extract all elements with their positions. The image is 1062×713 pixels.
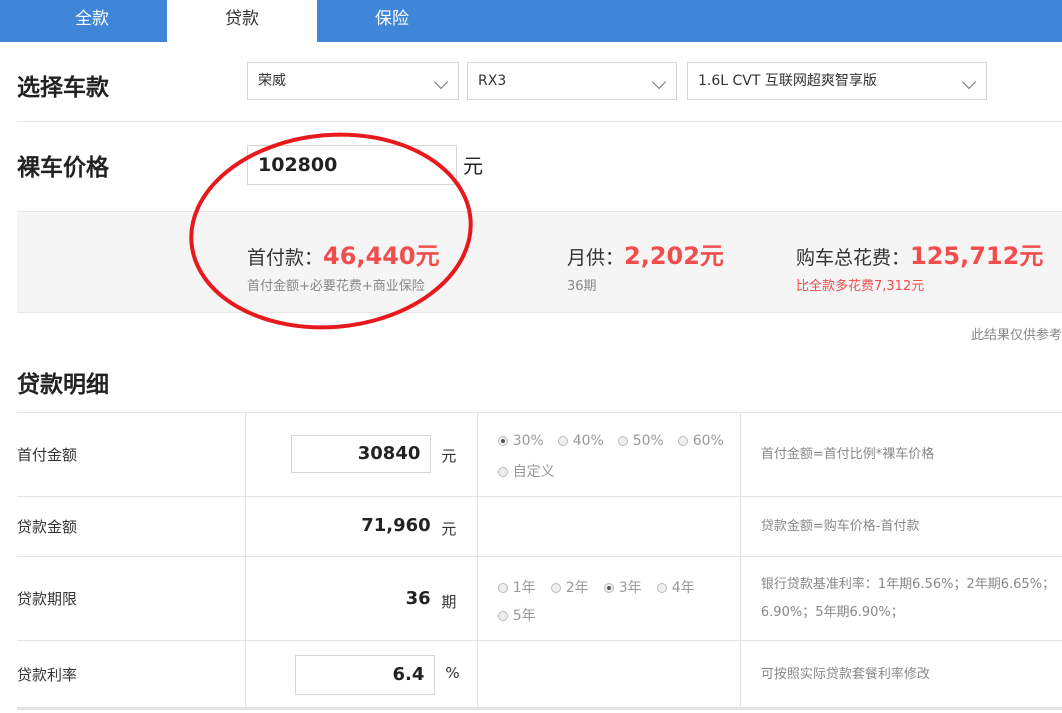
monthly-value: 2,202元: [624, 242, 724, 270]
chevron-down-icon: [651, 74, 667, 90]
model-select-value: RX3: [478, 73, 507, 89]
monthly-label: 月供：: [567, 247, 625, 269]
chevron-down-icon: [961, 74, 977, 90]
row-hint-cell: 首付金额=首付比例*裸车价格: [739, 412, 1062, 497]
select-car-title: 选择车款: [17, 75, 109, 101]
down-ratio-40-radio[interactable]: 40%: [557, 433, 604, 449]
row-hint-cell: 银行贷款基准利率：1年期6.56%；2年期6.65%； 6.90%；5年期6.9…: [739, 556, 1062, 641]
row-options-cell: [476, 640, 741, 709]
down-ratio-50-radio[interactable]: 50%: [617, 433, 664, 449]
loan-detail-title: 贷款明细: [17, 372, 109, 398]
table-row: 首付金额 30840 元 30% 40% 50% 60% 自定义 首付金额=首付…: [17, 412, 1062, 497]
loan-amount-value: 71,960: [361, 515, 431, 536]
row-label: 首付金额: [17, 412, 246, 497]
chevron-down-icon: [433, 74, 449, 90]
table-bottom-border: [17, 707, 1062, 710]
tab-full-payment[interactable]: 全款: [17, 0, 167, 42]
row-label: 贷款期限: [17, 556, 246, 641]
down-payment-hint: 首付金额=首付比例*裸车价格: [760, 447, 935, 462]
row-options-cell: 1年 2年 3年 4年 5年: [476, 556, 741, 641]
total-sub: 比全款多花费7,312元: [796, 279, 925, 294]
down-ratio-60-radio[interactable]: 60%: [677, 433, 724, 449]
loan-amount-hint: 贷款金额=购车价格-首付款: [760, 519, 920, 534]
divider: [17, 121, 1062, 122]
table-row: 贷款金额 71,960 元 贷款金额=购车价格-首付款: [17, 496, 1062, 557]
loan-amount-label: 贷款金额: [17, 518, 78, 536]
brand-select[interactable]: 荣威: [247, 62, 459, 100]
loan-rate-input[interactable]: 6.4: [295, 655, 436, 695]
total-label: 购车总花费：: [796, 247, 911, 269]
version-select[interactable]: 1.6L CVT 互联网超爽智享版: [687, 62, 987, 100]
down-ratio-custom-radio[interactable]: 自定义: [497, 461, 555, 481]
table-row: 贷款利率 6.4 % 可按照实际贷款套餐利率修改: [17, 640, 1062, 709]
row-value-cell: 30840 元: [245, 412, 478, 497]
loan-term-label: 贷款期限: [17, 590, 78, 608]
row-label: 贷款金额: [17, 496, 246, 557]
total-value: 125,712元: [910, 242, 1044, 270]
loan-term-1y-radio[interactable]: 1年: [497, 577, 536, 597]
loan-amount-unit: 元: [441, 520, 457, 538]
down-payment-amount-unit: 元: [441, 447, 457, 465]
row-hint-cell: 贷款金额=购车价格-首付款: [739, 496, 1062, 557]
row-value-cell: 6.4 %: [245, 640, 478, 709]
loan-summary: 首付款：46,440元 首付金额+必要花费+商业保险 月供：2,202元 36期…: [17, 211, 1062, 313]
loan-term-4y-radio[interactable]: 4年: [656, 577, 695, 597]
row-options-cell: 30% 40% 50% 60% 自定义: [476, 412, 741, 497]
monthly-sub: 36期: [567, 279, 597, 294]
loan-term-5y-radio[interactable]: 5年: [497, 605, 536, 625]
monthly-summary: 月供：2,202元: [567, 236, 724, 271]
loan-detail-table: 首付金额 30840 元 30% 40% 50% 60% 自定义 首付金额=首付…: [17, 412, 1062, 709]
row-options-cell: [476, 496, 741, 557]
tab-loan[interactable]: 贷款: [167, 0, 317, 42]
down-ratio-30-radio[interactable]: 30%: [497, 433, 544, 449]
disclaimer-note: 此结果仅供参考: [970, 328, 1062, 343]
row-label: 贷款利率: [17, 640, 246, 709]
loan-term-2y-radio[interactable]: 2年: [550, 577, 589, 597]
bare-price-title: 裸车价格: [17, 155, 109, 181]
loan-rate-unit: %: [445, 664, 460, 682]
loan-rate-reference-hint: 银行贷款基准利率：1年期6.56%；2年期6.65%；: [760, 577, 1056, 592]
row-value-cell: 71,960 元: [245, 496, 478, 557]
tab-insurance[interactable]: 保险: [317, 0, 467, 42]
loan-rate-hint: 可按照实际贷款套餐利率修改: [760, 667, 930, 682]
brand-select-value: 荣威: [258, 73, 286, 89]
table-row: 贷款期限 36 期 1年 2年 3年 4年 5年 银行贷款基准利率：1年期6.5…: [17, 556, 1062, 641]
loan-term-value: 36: [405, 588, 431, 609]
loan-term-3y-radio[interactable]: 3年: [603, 577, 642, 597]
row-hint-cell: 可按照实际贷款套餐利率修改: [739, 640, 1062, 709]
total-summary: 购车总花费：125,712元: [796, 236, 1043, 271]
down-payment-amount-input[interactable]: 30840: [291, 435, 432, 473]
row-value-cell: 36 期: [245, 556, 478, 641]
loan-rate-label: 贷款利率: [17, 666, 78, 685]
model-select[interactable]: RX3: [467, 62, 677, 100]
annotation-circle: [189, 132, 473, 330]
loan-term-unit: 期: [441, 593, 457, 611]
version-select-value: 1.6L CVT 互联网超爽智享版: [698, 73, 877, 89]
tab-bar: 全款 贷款 保险: [0, 0, 1062, 42]
down-payment-amount-label: 首付金额: [17, 446, 78, 464]
loan-rate-reference-hint-2: 6.90%；5年期6.90%；: [760, 605, 904, 620]
